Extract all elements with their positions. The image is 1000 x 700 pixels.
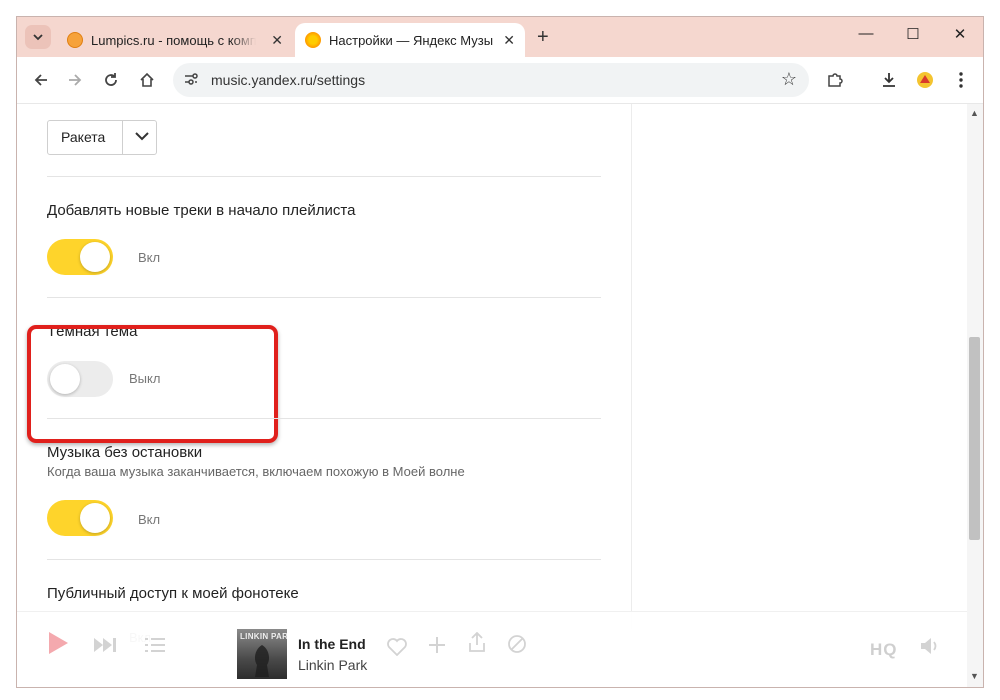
toggle-knob bbox=[80, 242, 110, 272]
browser-toolbar: music.yandex.ru/settings ☆ bbox=[17, 57, 983, 104]
settings-page: Ракета Добавлять новые треки в начало пл… bbox=[17, 104, 967, 686]
nonstop-toggle[interactable] bbox=[47, 500, 113, 536]
arrow-right-icon bbox=[69, 74, 82, 86]
close-window-button[interactable]: ✕ bbox=[945, 25, 975, 43]
scroll-down-arrow-icon[interactable]: ▼ bbox=[970, 671, 979, 681]
profile-button[interactable] bbox=[913, 69, 937, 91]
tab-lumpics[interactable]: Lumpics.ru - помощь с компьютером ✕ bbox=[57, 23, 293, 57]
url-text: music.yandex.ru/settings bbox=[211, 72, 366, 88]
new-tab-button[interactable]: + bbox=[537, 26, 549, 49]
more-vertical-icon bbox=[959, 72, 963, 88]
play-icon[interactable] bbox=[49, 632, 68, 654]
bookmark-star-icon[interactable]: ☆ bbox=[781, 69, 797, 90]
downloads-button[interactable] bbox=[877, 69, 901, 91]
tab-search-button[interactable] bbox=[25, 25, 51, 49]
nonstop-state: Вкл bbox=[138, 512, 161, 527]
quality-hq-button[interactable]: HQ bbox=[870, 640, 898, 660]
section-divider bbox=[47, 176, 601, 177]
puzzle-icon bbox=[828, 73, 843, 87]
nonstop-label: Музыка без остановки bbox=[47, 444, 203, 461]
chevron-down-icon bbox=[33, 33, 43, 40]
download-icon bbox=[883, 73, 895, 87]
browser-window: Lumpics.ru - помощь с компьютером ✕ Наст… bbox=[16, 16, 984, 688]
player-bar: LINKIN PARK In the End Linkin Park HQ bbox=[17, 611, 967, 686]
heart-icon[interactable] bbox=[387, 636, 407, 662]
tab-close-icon[interactable]: ✕ bbox=[503, 32, 515, 49]
public-access-label: Публичный доступ к моей фонотеке bbox=[47, 585, 299, 602]
add-to-start-label: Добавлять новые треки в начало плейлиста bbox=[47, 202, 356, 219]
arrow-left-icon bbox=[34, 74, 47, 86]
minimize-button[interactable]: — bbox=[851, 25, 881, 42]
tab-strip: Lumpics.ru - помощь с компьютером ✕ Наст… bbox=[17, 17, 983, 57]
album-cover-logo: LINKIN PARK bbox=[240, 632, 287, 641]
address-bar[interactable]: music.yandex.ru/settings ☆ bbox=[173, 63, 809, 97]
reload-icon bbox=[105, 73, 117, 86]
tab-title: Настройки — Яндекс Музыка bbox=[329, 32, 494, 48]
queue-list-icon[interactable] bbox=[145, 633, 165, 659]
block-icon[interactable] bbox=[507, 634, 527, 660]
tab-yandex-music-settings[interactable]: Настройки — Яндекс Музыка ✕ bbox=[295, 23, 525, 57]
share-icon[interactable] bbox=[468, 631, 486, 658]
scrollbar-thumb[interactable] bbox=[969, 337, 980, 540]
nonstop-description: Когда ваша музыка заканчивается, включае… bbox=[47, 464, 465, 479]
add-to-start-state: Вкл bbox=[138, 250, 161, 265]
highlight-frame bbox=[27, 325, 278, 443]
style-dropdown[interactable]: Ракета bbox=[47, 120, 157, 155]
lumpics-favicon-icon bbox=[67, 32, 83, 48]
chevron-down-icon[interactable] bbox=[132, 125, 152, 147]
home-icon bbox=[140, 72, 154, 87]
dropdown-value: Ракета bbox=[61, 129, 106, 145]
extension-avatar-icon bbox=[917, 72, 933, 88]
volume-icon[interactable] bbox=[920, 635, 942, 661]
forward-button[interactable] bbox=[63, 69, 87, 91]
dropdown-separator bbox=[122, 121, 123, 154]
track-artist[interactable]: Linkin Park bbox=[298, 657, 367, 673]
section-divider bbox=[47, 297, 601, 298]
toggle-knob bbox=[80, 503, 110, 533]
menu-button[interactable] bbox=[949, 69, 973, 91]
back-button[interactable] bbox=[29, 69, 53, 91]
maximize-button[interactable]: ☐ bbox=[898, 25, 928, 43]
scroll-up-arrow-icon[interactable]: ▲ bbox=[970, 108, 979, 118]
track-title[interactable]: In the End bbox=[298, 636, 366, 652]
extensions-button[interactable] bbox=[823, 69, 847, 91]
section-divider bbox=[47, 559, 601, 560]
site-settings-icon[interactable] bbox=[183, 71, 203, 89]
next-track-icon[interactable] bbox=[93, 633, 117, 659]
section-divider bbox=[47, 418, 601, 419]
album-cover[interactable]: LINKIN PARK bbox=[237, 629, 287, 679]
tab-title: Lumpics.ru - помощь с компьютером bbox=[91, 32, 256, 48]
home-button[interactable] bbox=[135, 69, 159, 91]
add-icon[interactable] bbox=[428, 634, 446, 660]
column-divider bbox=[631, 104, 632, 629]
tab-close-icon[interactable]: ✕ bbox=[271, 32, 283, 49]
add-to-start-toggle[interactable] bbox=[47, 239, 113, 275]
yandex-music-favicon-icon bbox=[305, 32, 321, 48]
reload-button[interactable] bbox=[99, 69, 123, 91]
